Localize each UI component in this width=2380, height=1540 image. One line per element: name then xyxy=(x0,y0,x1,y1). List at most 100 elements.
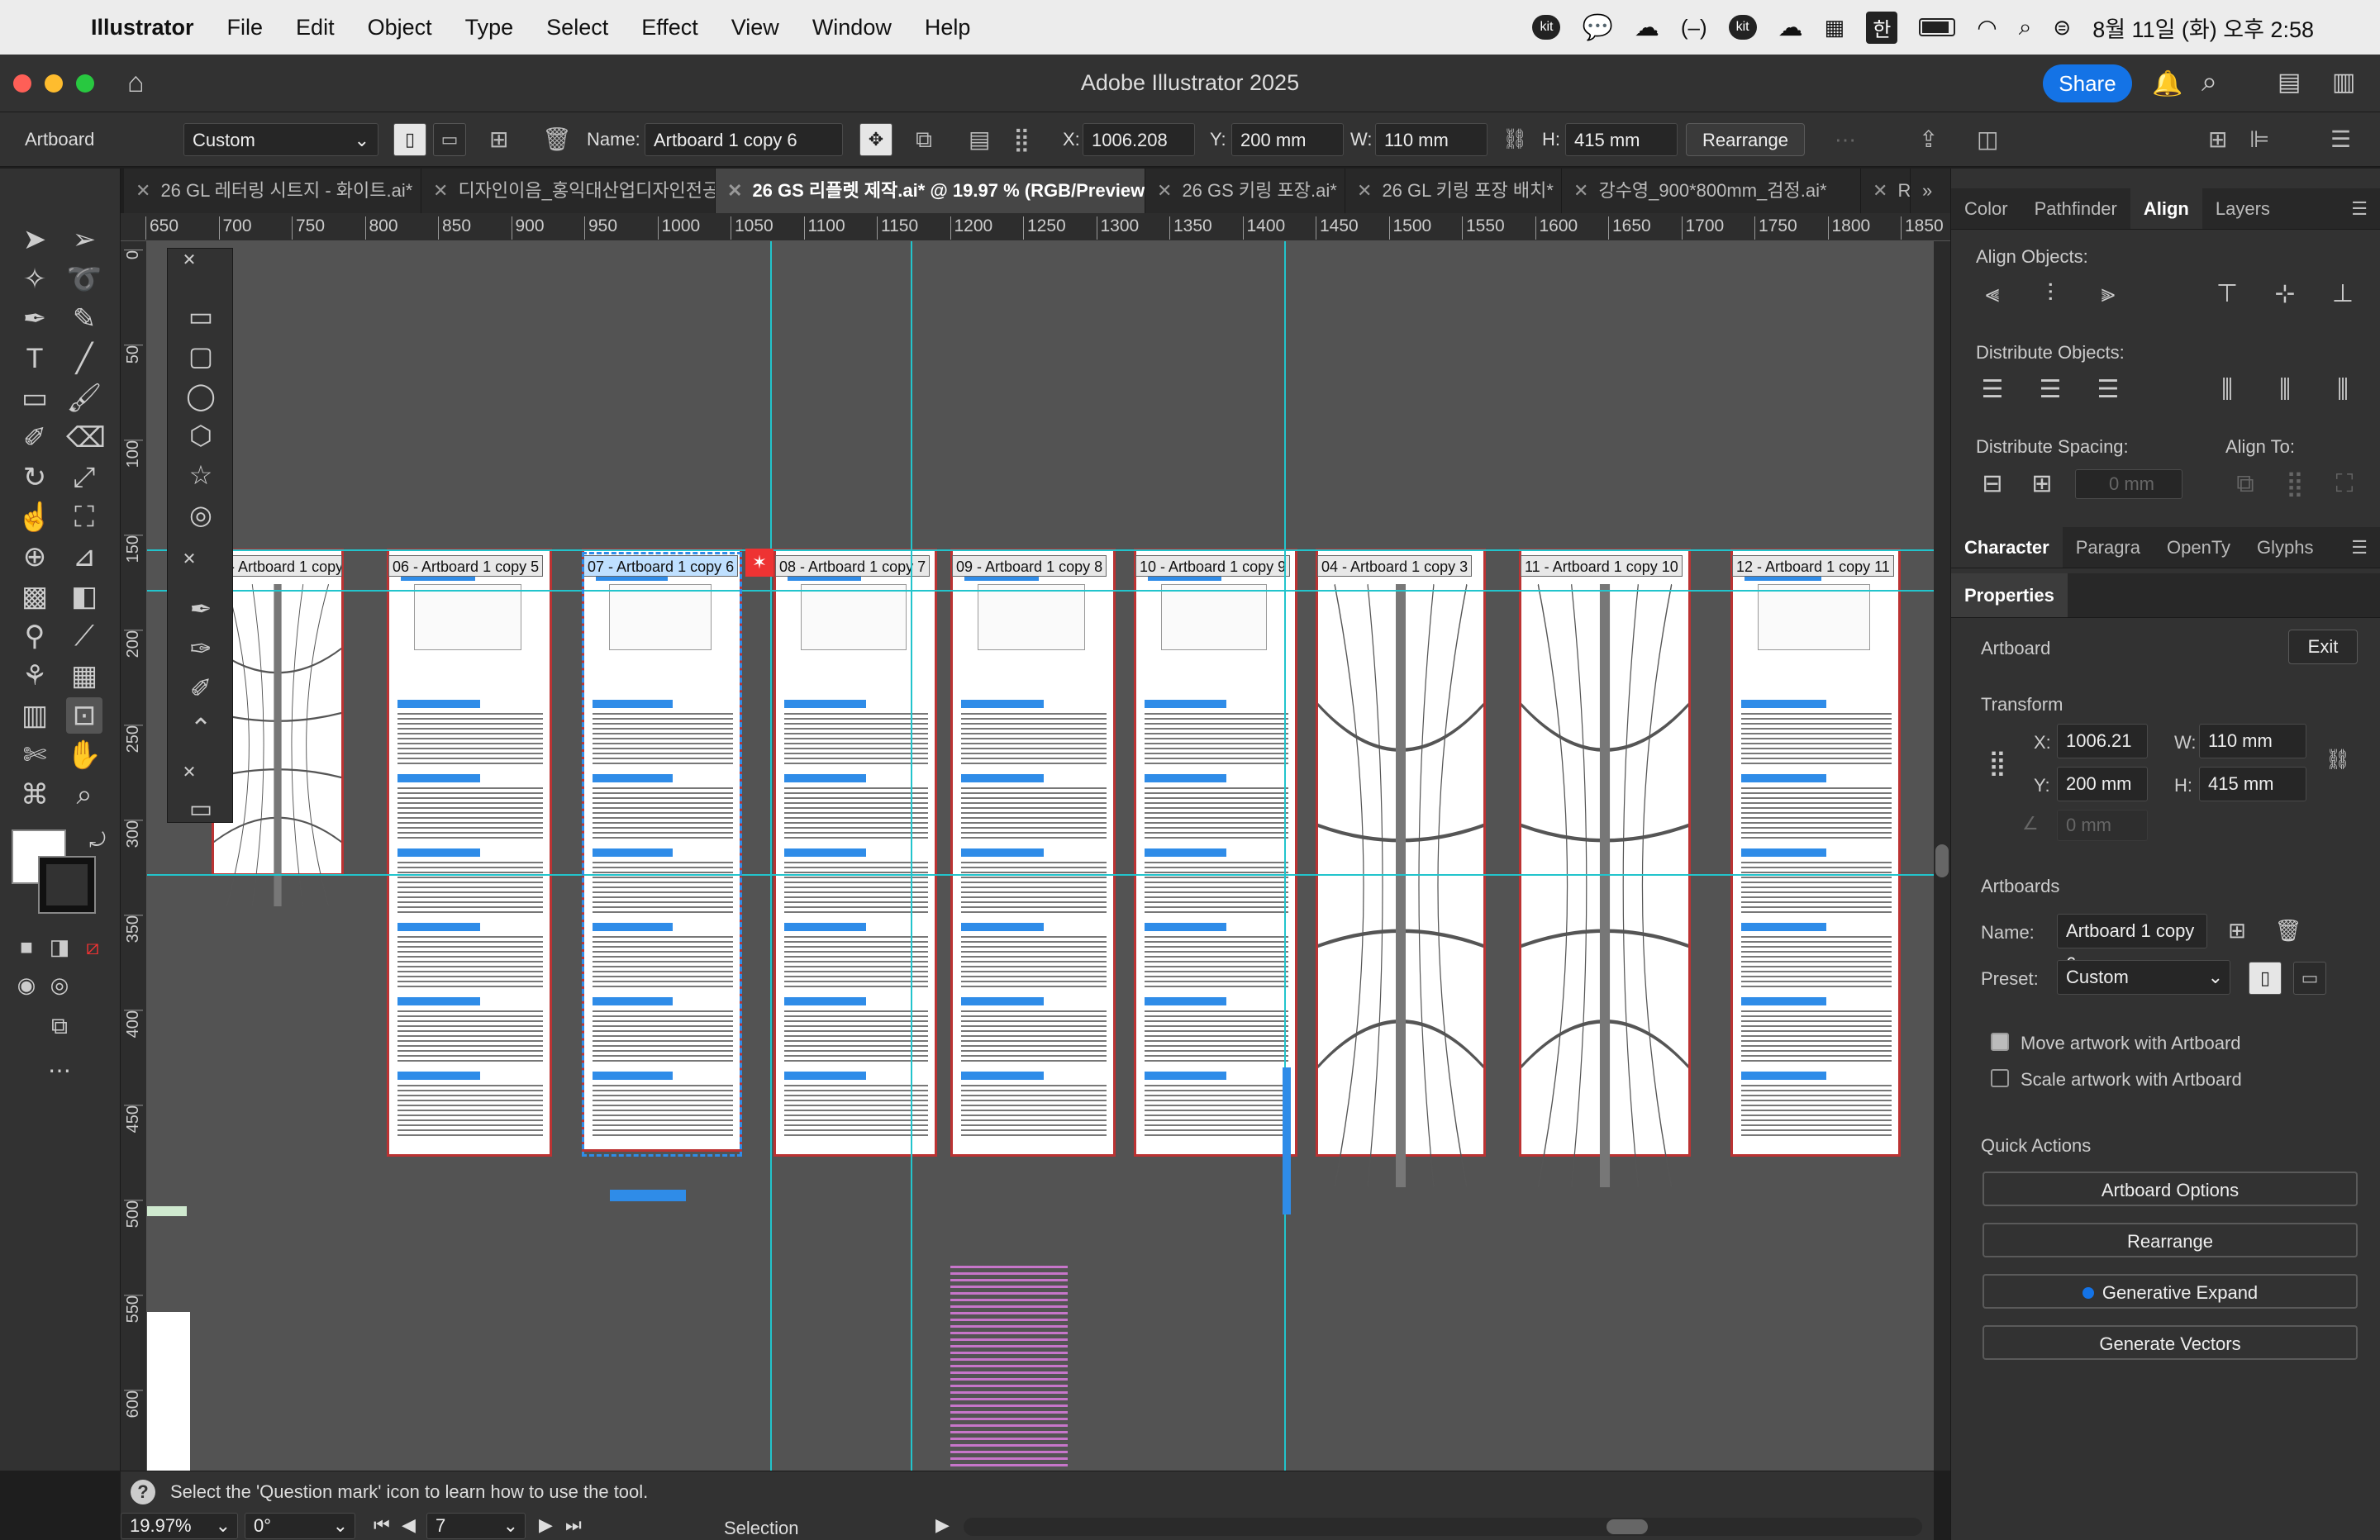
tab-document-5[interactable]: ✕ 26 GL 키링 포장 배치* xyxy=(1345,169,1562,213)
magic-wand-icon[interactable]: ✧ xyxy=(17,261,53,297)
align-to-artboard-icon[interactable]: ⛶ xyxy=(2328,469,2361,499)
menu-view[interactable]: View xyxy=(731,15,779,40)
shape-builder-icon[interactable]: ⊕ xyxy=(17,539,53,575)
export-icon[interactable]: ⇪ xyxy=(1919,123,1938,156)
artboard-label[interactable]: 06 - Artboard 1 copy 5 xyxy=(388,555,544,577)
tab-document-1[interactable]: ✕ 26 GL 레터링 시트지 - 화이트.ai* xyxy=(124,169,421,213)
close-icon[interactable]: ✕ xyxy=(171,761,207,784)
generate-vectors-button[interactable]: Generate Vectors xyxy=(1983,1325,2358,1360)
tab-document-6[interactable]: ✕ 강수영_900*800mm_검정.ai* xyxy=(1562,169,1861,213)
curvature-tool-icon[interactable]: ✎ xyxy=(66,301,102,337)
horizontal-ruler[interactable]: 650 700 750 800 850 900 950 1000 1050 1100 1150 120… xyxy=(121,213,1950,241)
loose-object-green[interactable] xyxy=(147,1206,187,1216)
menu-window[interactable]: Window xyxy=(812,15,892,40)
new-artboard-icon[interactable]: ⊞ xyxy=(489,123,508,156)
landscape-orientation-button[interactable]: ▭ xyxy=(433,123,466,156)
artboard-label[interactable]: 08 - Artboard 1 copy 7 xyxy=(775,555,931,577)
previous-artboard-icon[interactable]: ◀ xyxy=(402,1514,416,1536)
artboard-name-field[interactable]: Artboard 1 copy 6 xyxy=(2057,914,2207,974)
search-icon[interactable]: ⌕ xyxy=(2202,66,2217,98)
canvas[interactable]: 5 - Artboard 1 copy 4 06 - Artboard 1 cop… xyxy=(147,241,1934,1471)
zoom-window-button[interactable] xyxy=(76,74,94,93)
delete-anchor-icon[interactable]: ✐ xyxy=(183,670,219,706)
clock[interactable]: 8월 11일 (화) 오후 2:58 xyxy=(2092,12,2314,44)
constrain-proportions-icon[interactable]: ⛓ xyxy=(2321,745,2354,775)
perspective-grid-icon[interactable]: ⊿ xyxy=(66,539,102,575)
control-center-icon[interactable]: ⊜ xyxy=(2053,15,2071,40)
wifi-icon[interactable]: ◠ xyxy=(1977,14,1997,41)
artboard-options-button[interactable]: Artboard Options xyxy=(1983,1172,2358,1206)
eyedropper-icon[interactable]: ⚲ xyxy=(17,618,53,654)
tab-document-2[interactable]: ✕ 디자인이음_홍익대산업디자인전공.ai xyxy=(421,169,716,213)
measure-icon[interactable]: ⟋ xyxy=(66,618,102,654)
menu-type[interactable]: Type xyxy=(465,15,514,40)
gradient-tool-icon[interactable]: ◧ xyxy=(66,578,102,615)
input-method-indicator[interactable]: 한 xyxy=(1866,11,1898,44)
artboard-label[interactable]: 04 - Artboard 1 copy 3 xyxy=(1317,555,1473,577)
selected-artboard-marker-icon[interactable]: ✶ xyxy=(745,549,774,577)
gradient-mode-icon[interactable]: ◨ xyxy=(41,929,78,965)
spacing-field[interactable]: 0 mm xyxy=(2075,469,2182,499)
guide-vertical[interactable] xyxy=(911,241,912,1471)
distribute-right-icon[interactable]: ⫼ xyxy=(2326,375,2359,405)
menu-file[interactable]: File xyxy=(227,15,264,40)
reference-point-icon[interactable]: ⣿ xyxy=(1981,749,2014,778)
width-field[interactable]: 110 mm xyxy=(1375,123,1488,156)
home-icon[interactable]: ⌂ xyxy=(127,67,145,99)
slice-tool-icon[interactable]: ✄ xyxy=(17,737,53,773)
guide-vertical[interactable] xyxy=(770,241,772,1471)
tab-properties[interactable]: Properties xyxy=(1951,573,2068,617)
artboard-preset-dropdown[interactable]: Custom ⌄ xyxy=(183,123,378,156)
artboard-label[interactable]: 10 - Artboard 1 copy 9 xyxy=(1135,555,1291,577)
horizontal-scrollbar[interactable] xyxy=(964,1518,1922,1536)
ellipse-tool-icon[interactable]: ◯ xyxy=(183,378,219,414)
height-field[interactable]: 415 mm xyxy=(1565,123,1678,156)
transform-x-field[interactable]: 1006.21 r xyxy=(2057,724,2148,784)
reference-point-icon[interactable]: ⣿ xyxy=(1013,123,1031,156)
loose-object[interactable] xyxy=(610,1190,686,1201)
generative-expand-button[interactable]: Generative Expand xyxy=(1983,1274,2358,1309)
rotation-field[interactable]: 0° ⌄ xyxy=(245,1513,355,1539)
artboard-navigator-field[interactable]: 7 ⌄ xyxy=(426,1513,526,1539)
chat-icon[interactable]: 💬 xyxy=(1582,13,1612,42)
close-icon[interactable]: ✕ xyxy=(171,249,207,272)
close-icon[interactable]: ✕ xyxy=(171,548,207,571)
menu-icon[interactable]: ☰ xyxy=(2330,123,2351,156)
hand-tool-icon[interactable]: ✋ xyxy=(66,737,102,773)
scrollbar-thumb[interactable] xyxy=(1935,844,1949,877)
rotate-tool-icon[interactable]: ↻ xyxy=(17,459,53,496)
partial-artboard[interactable] xyxy=(147,1312,190,1471)
tab-document-7[interactable]: ✕ Ri xyxy=(1861,169,1911,213)
bar-chart-icon[interactable]: ▥ xyxy=(17,697,53,734)
symbol-sprayer-icon[interactable]: ⚘ xyxy=(17,658,53,694)
last-artboard-icon[interactable]: ⏭ xyxy=(565,1514,582,1536)
close-icon[interactable]: ✕ xyxy=(1873,180,1887,201)
landscape-orientation-button[interactable]: ▭ xyxy=(2293,962,2326,995)
artboard-tool-icon[interactable]: ⊡ xyxy=(66,697,102,734)
shaper-tool-icon[interactable]: ✐ xyxy=(17,420,53,456)
scrollbar-thumb[interactable] xyxy=(1606,1519,1648,1534)
rectangle-tool-icon[interactable]: ▭ xyxy=(183,298,219,335)
arrange-icon[interactable]: ⊞ xyxy=(2208,123,2227,156)
tool-menu-icon[interactable]: ▶ xyxy=(935,1514,950,1536)
flare-tool-icon[interactable]: ◎ xyxy=(183,497,219,533)
align-horizontal-center-icon[interactable]: ⫶ xyxy=(2034,279,2067,309)
tab-align[interactable]: Align xyxy=(2130,188,2202,229)
stroke-color-swatch[interactable] xyxy=(38,856,96,914)
keyboard-icon[interactable]: ▦ xyxy=(1825,15,1845,40)
artboard[interactable] xyxy=(1134,549,1297,1157)
selection-tool-icon[interactable]: ➤ xyxy=(17,221,53,258)
tab-opentype[interactable]: OpenTy xyxy=(2154,527,2244,568)
add-anchor-icon[interactable]: ✑ xyxy=(183,630,219,667)
line-tool-icon[interactable]: ╱ xyxy=(66,340,102,377)
distribute-horizontal-center-icon[interactable]: ⫼ xyxy=(2268,375,2301,405)
spotlight-search-icon[interactable]: ⌕ xyxy=(2019,14,2032,41)
artboard[interactable] xyxy=(387,549,552,1157)
close-icon[interactable]: ✕ xyxy=(136,180,150,201)
distribute-icon[interactable]: ⋯ xyxy=(1835,123,1856,156)
lasso-icon[interactable]: ➰ xyxy=(66,261,102,297)
anchor-point-icon[interactable]: ⌃ xyxy=(183,710,219,746)
app-menu[interactable]: Illustrator xyxy=(91,15,194,40)
gradient-tool-icon[interactable]: ▭ xyxy=(183,797,219,822)
vertical-ruler[interactable]: 0 50 100 150 200 250 300 350 400 450 500 550 600 xyxy=(121,241,147,1471)
